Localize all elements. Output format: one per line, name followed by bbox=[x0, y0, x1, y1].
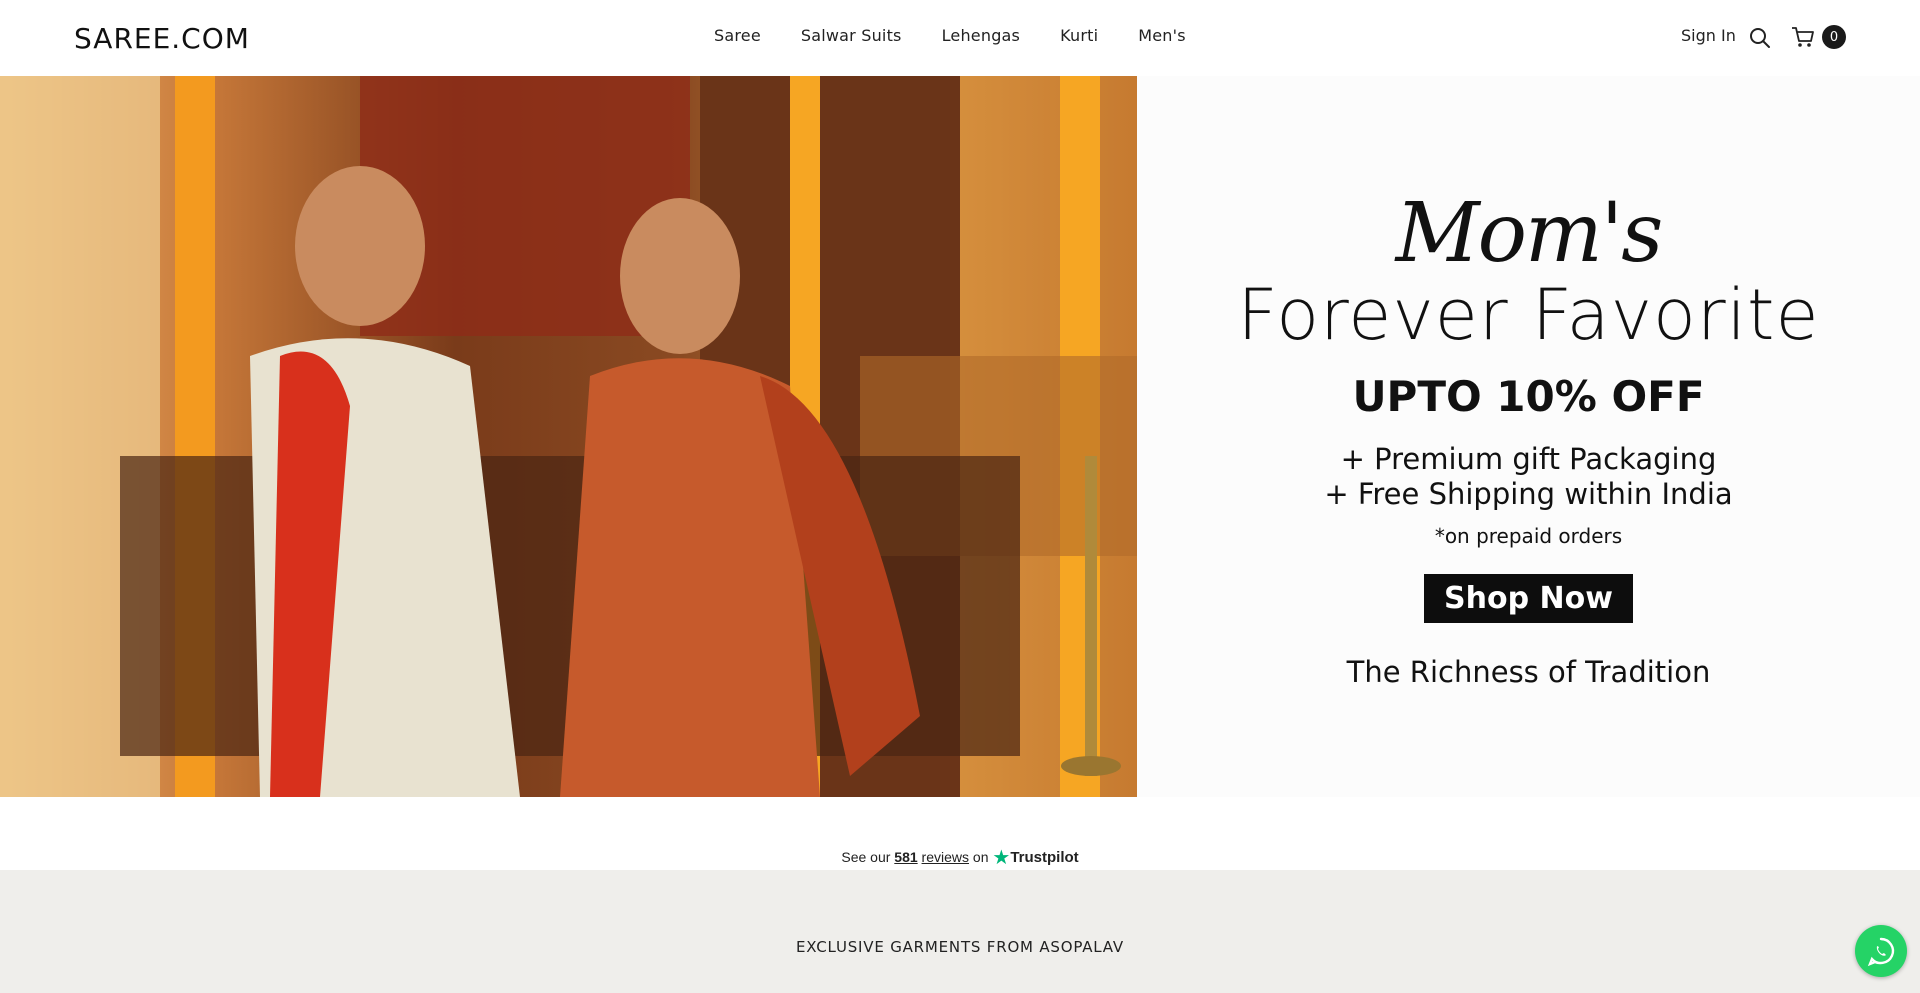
whatsapp-chat-button[interactable] bbox=[1855, 925, 1907, 977]
promo-perk-free-shipping: + Free Shipping within India bbox=[1324, 477, 1733, 511]
nav-item-salwar-suits[interactable]: Salwar Suits bbox=[801, 26, 902, 45]
promo-perk-gift-packaging: + Premium gift Packaging bbox=[1340, 442, 1717, 476]
nav-item-lehengas[interactable]: Lehengas bbox=[942, 26, 1021, 45]
hero-photo[interactable] bbox=[0, 76, 1137, 797]
trustpilot-prefix: See our bbox=[841, 849, 891, 865]
trustpilot-review-count[interactable]: 581 bbox=[894, 849, 917, 865]
promo-script-title: Mom's bbox=[1395, 186, 1664, 281]
nav-item-kurti[interactable]: Kurti bbox=[1060, 26, 1098, 45]
search-icon[interactable] bbox=[1748, 26, 1772, 50]
promo-tagline: The Richness of Tradition bbox=[1346, 655, 1711, 689]
nav-item-mens[interactable]: Men's bbox=[1138, 26, 1186, 45]
sign-in-link[interactable]: Sign In bbox=[1681, 26, 1736, 45]
trustpilot-on: on bbox=[972, 849, 989, 865]
whatsapp-icon bbox=[1867, 937, 1895, 967]
trustpilot-brand: Trustpilot bbox=[1010, 849, 1079, 866]
nav-item-saree[interactable]: Saree bbox=[714, 26, 761, 45]
promo-offer: UPTO 10% OFF bbox=[1352, 372, 1705, 421]
site-logo[interactable]: SAREE.COM bbox=[74, 22, 250, 55]
main-nav: Saree Salwar Suits Lehengas Kurti Men's bbox=[714, 26, 1186, 45]
promo-panel: Mom's Forever Favorite UPTO 10% OFF + Pr… bbox=[1137, 76, 1920, 797]
trustpilot-reviews-link[interactable]: reviews bbox=[922, 849, 969, 865]
shop-now-button[interactable]: Shop Now bbox=[1424, 574, 1633, 623]
trustpilot-star-icon: ★ bbox=[992, 847, 1011, 869]
hero-banner: Mom's Forever Favorite UPTO 10% OFF + Pr… bbox=[0, 76, 1920, 797]
cart-icon[interactable] bbox=[1790, 24, 1816, 50]
section-title: EXCLUSIVE GARMENTS FROM ASOPALAV bbox=[796, 938, 1124, 956]
trustpilot-widget[interactable]: See our 581 reviews on ★Trustpilot bbox=[0, 845, 1920, 870]
collection-section: EXCLUSIVE GARMENTS FROM ASOPALAV bbox=[0, 870, 1920, 993]
promo-note: *on prepaid orders bbox=[1434, 524, 1623, 548]
promo-title: Forever Favorite bbox=[1237, 274, 1820, 356]
cart-count-badge: 0 bbox=[1822, 25, 1846, 49]
site-header: SAREE.COM Saree Salwar Suits Lehengas Ku… bbox=[0, 0, 1920, 76]
